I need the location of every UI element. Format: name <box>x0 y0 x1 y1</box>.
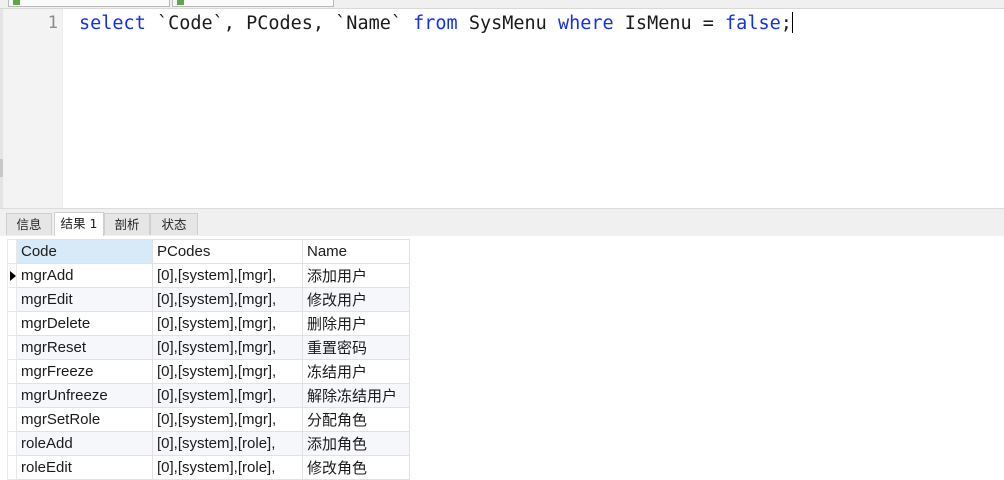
text-caret <box>791 12 793 33</box>
row-header[interactable] <box>7 455 17 480</box>
toolbar-button-2[interactable] <box>172 0 334 7</box>
cell-name[interactable]: 分配角色 <box>302 407 410 432</box>
column-header-code[interactable]: Code <box>16 239 153 264</box>
toolbar <box>0 0 1004 9</box>
table-row[interactable]: mgrUnfreeze [0],[system],[mgr], 解除冻结用户 <box>7 383 410 408</box>
cell-name[interactable]: 解除冻结用户 <box>302 383 410 408</box>
column-header-pcodes[interactable]: PCodes <box>152 239 303 264</box>
run-icon <box>177 0 184 5</box>
cell-name[interactable]: 修改用户 <box>302 287 410 312</box>
column-header-name[interactable]: Name <box>302 239 410 264</box>
table-row[interactable]: mgrSetRole [0],[system],[mgr], 分配角色 <box>7 407 410 432</box>
cell-name[interactable]: 修改角色 <box>302 455 410 480</box>
editor-left-edge <box>0 9 3 208</box>
row-header[interactable] <box>7 287 17 312</box>
row-header[interactable] <box>7 335 17 360</box>
table-row[interactable]: mgrReset [0],[system],[mgr], 重置密码 <box>7 335 410 360</box>
code-semicolon: ; <box>780 13 792 34</box>
table-row[interactable]: roleEdit [0],[system],[role], 修改角色 <box>7 455 410 480</box>
tab-info[interactable]: 信息 <box>6 213 52 235</box>
cell-code[interactable]: roleEdit <box>16 455 153 480</box>
cell-name[interactable]: 冻结用户 <box>302 359 410 384</box>
run-icon <box>13 0 20 5</box>
cell-code[interactable]: mgrDelete <box>16 311 153 336</box>
scroll-marker <box>0 159 3 177</box>
row-header[interactable] <box>7 407 17 432</box>
cell-pcodes[interactable]: [0],[system],[role], <box>152 455 303 480</box>
sql-code-line[interactable]: select `Code`, PCodes, `Name` from SysMe… <box>79 12 793 35</box>
code-columns: `Code`, PCodes, `Name` <box>145 13 414 34</box>
cell-code[interactable]: mgrAdd <box>16 263 153 288</box>
keyword-from: from <box>413 13 458 34</box>
cell-code[interactable]: mgrSetRole <box>16 407 153 432</box>
keyword-where: where <box>557 13 614 34</box>
keyword-select: select <box>79 13 146 34</box>
keyword-false: false <box>725 13 781 34</box>
cell-pcodes[interactable]: [0],[system],[mgr], <box>152 311 303 336</box>
row-header[interactable] <box>7 431 17 456</box>
table-row[interactable]: roleAdd [0],[system],[role], 添加角色 <box>7 431 410 456</box>
header-row: Code PCodes Name <box>7 239 410 264</box>
cell-code[interactable]: mgrUnfreeze <box>16 383 153 408</box>
cell-pcodes[interactable]: [0],[system],[mgr], <box>152 287 303 312</box>
cell-name[interactable]: 重置密码 <box>302 335 410 360</box>
cell-pcodes[interactable]: [0],[system],[mgr], <box>152 335 303 360</box>
result-grid: Code PCodes Name mgrAdd [0],[system],[mg… <box>0 236 1004 480</box>
table-row[interactable]: mgrEdit [0],[system],[mgr], 修改用户 <box>7 287 410 312</box>
cell-pcodes[interactable]: [0],[system],[mgr], <box>152 407 303 432</box>
table-row[interactable]: mgrFreeze [0],[system],[mgr], 冻结用户 <box>7 359 410 384</box>
tab-result-1[interactable]: 结果 1 <box>54 212 104 236</box>
cell-name[interactable]: 删除用户 <box>302 311 410 336</box>
row-header[interactable] <box>7 383 17 408</box>
row-header[interactable] <box>7 311 17 336</box>
cell-pcodes[interactable]: [0],[system],[role], <box>152 431 303 456</box>
cell-code[interactable]: roleAdd <box>16 431 153 456</box>
sql-editor[interactable]: 1 select `Code`, PCodes, `Name` from Sys… <box>0 9 1004 208</box>
tab-profile[interactable]: 剖析 <box>104 213 150 235</box>
cell-code[interactable]: mgrReset <box>16 335 153 360</box>
cell-pcodes[interactable]: [0],[system],[mgr], <box>152 383 303 408</box>
line-number: 1 <box>47 13 58 33</box>
code-table: SysMenu <box>457 13 558 34</box>
result-table: Code PCodes Name mgrAdd [0],[system],[mg… <box>7 239 410 480</box>
current-row-arrow-icon <box>10 271 16 281</box>
cell-pcodes[interactable]: [0],[system],[mgr], <box>152 359 303 384</box>
row-header[interactable] <box>7 263 17 288</box>
table-row[interactable]: mgrAdd [0],[system],[mgr], 添加用户 <box>7 263 410 288</box>
table-row[interactable]: mgrDelete [0],[system],[mgr], 删除用户 <box>7 311 410 336</box>
cell-code[interactable]: mgrFreeze <box>16 359 153 384</box>
line-gutter: 1 <box>0 9 63 208</box>
row-header[interactable] <box>7 359 17 384</box>
cell-name[interactable]: 添加角色 <box>302 431 410 456</box>
toolbar-button-1[interactable] <box>8 0 170 7</box>
cell-name[interactable]: 添加用户 <box>302 263 410 288</box>
result-tabbar: 信息 结果 1 剖析 状态 <box>0 208 1004 237</box>
cell-code[interactable]: mgrEdit <box>16 287 153 312</box>
code-condition: IsMenu = <box>613 13 726 34</box>
tab-status[interactable]: 状态 <box>150 213 198 235</box>
row-header-corner <box>7 239 17 264</box>
cell-pcodes[interactable]: [0],[system],[mgr], <box>152 263 303 288</box>
